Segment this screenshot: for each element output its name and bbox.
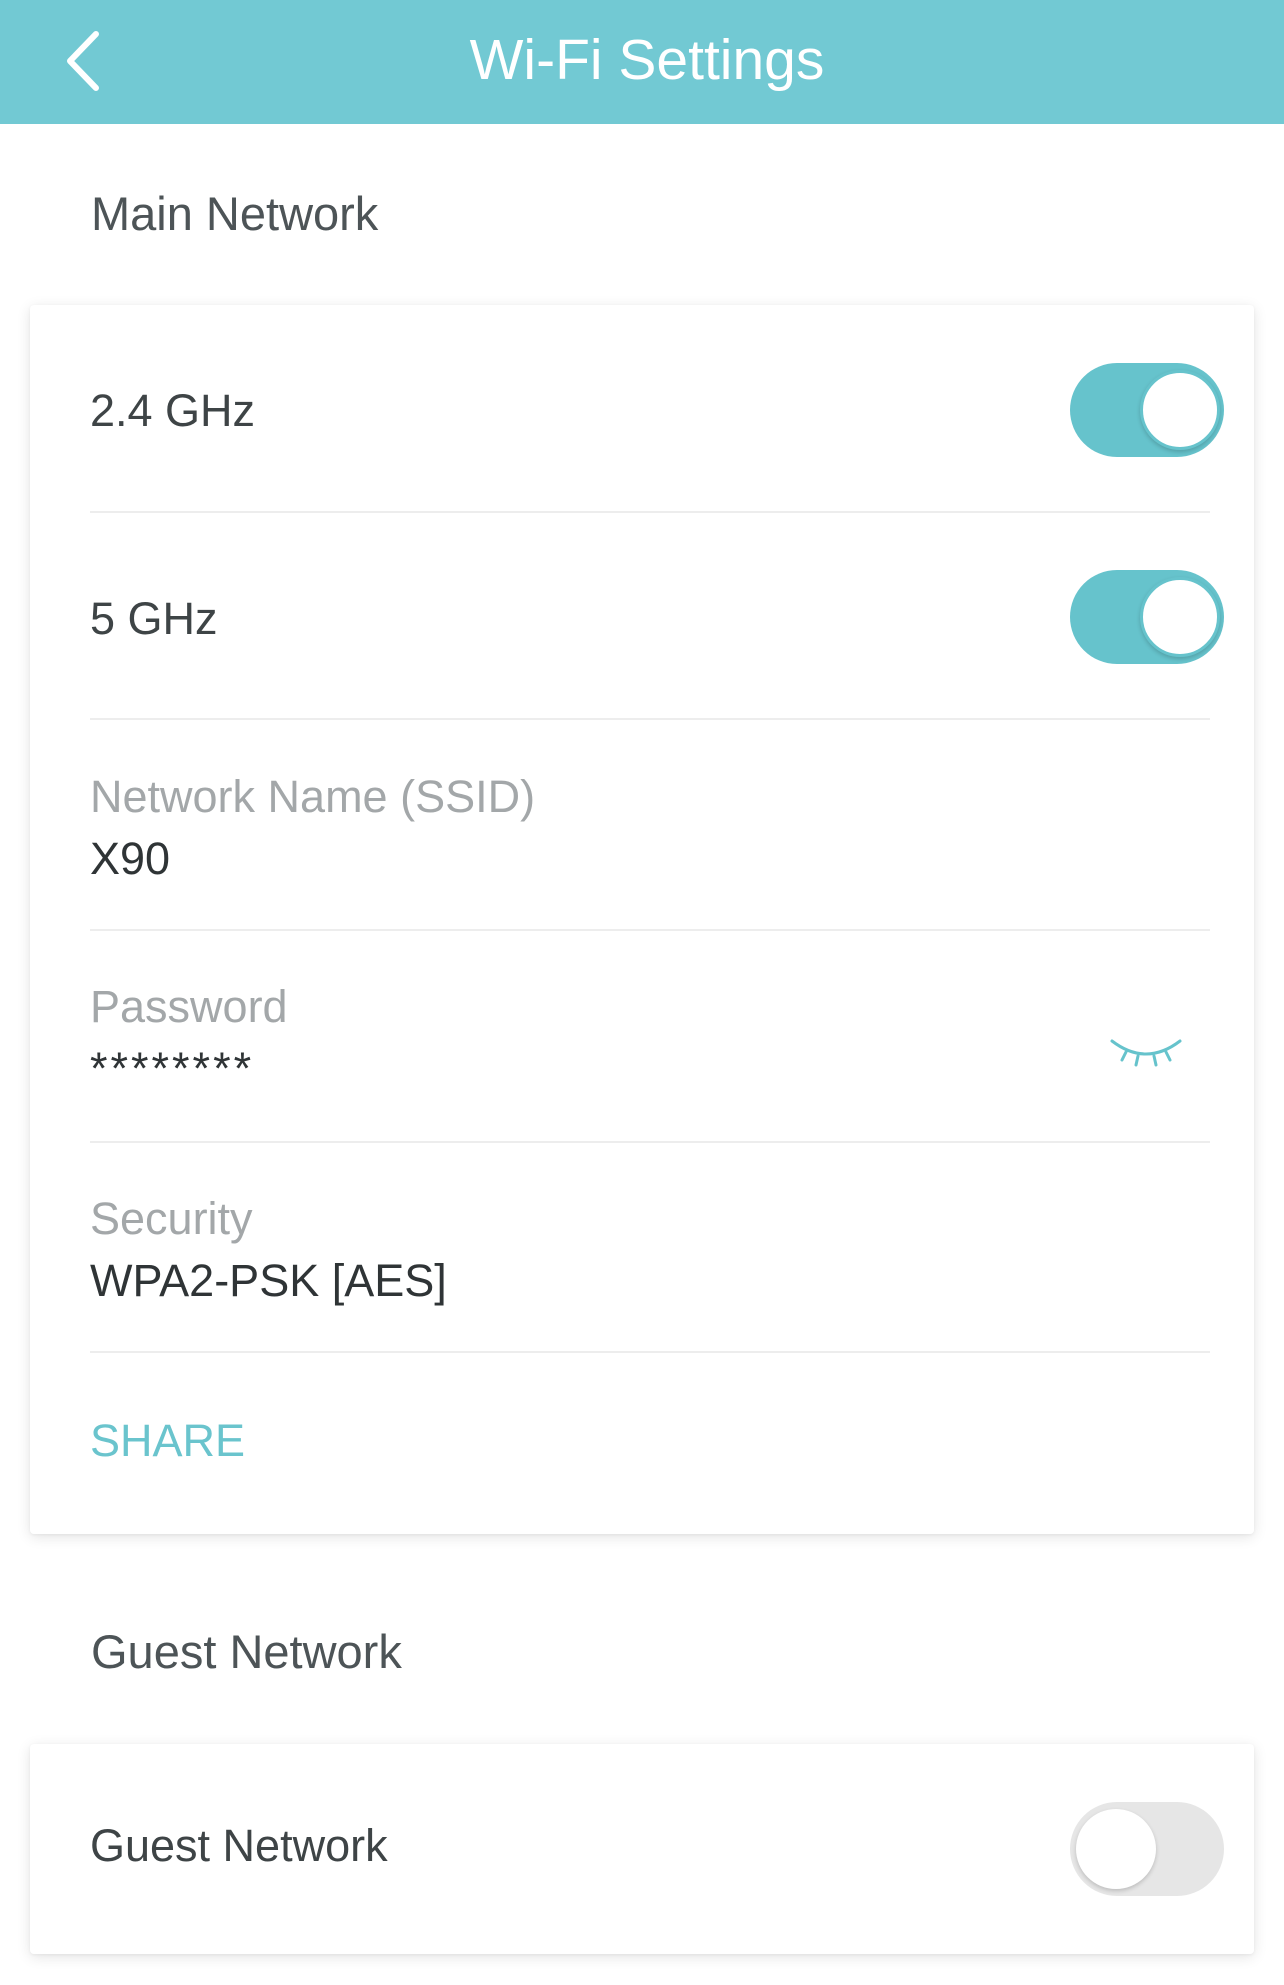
main-network-section-title: Main Network xyxy=(91,187,379,240)
divider xyxy=(90,718,1210,720)
toggle-knob xyxy=(1140,370,1220,450)
divider xyxy=(90,929,1210,931)
band-5-toggle[interactable] xyxy=(1070,570,1224,664)
guest-network-toggle[interactable] xyxy=(1070,1802,1224,1896)
eye-closed-icon xyxy=(1110,1039,1182,1067)
band-24-label: 2.4 GHz xyxy=(90,385,256,436)
main-network-card: 2.4 GHz 5 GHz Network Name (SSID) X90 Pa… xyxy=(30,305,1254,1534)
security-field[interactable]: Security WPA2-PSK [AES] xyxy=(90,1193,1210,1343)
share-button[interactable]: SHARE xyxy=(90,1415,245,1467)
security-value: WPA2-PSK [AES] xyxy=(90,1255,447,1306)
divider xyxy=(90,1141,1210,1143)
band-24-toggle[interactable] xyxy=(1070,363,1224,457)
divider xyxy=(90,1351,1210,1353)
toggle-knob xyxy=(1076,1809,1156,1889)
divider xyxy=(90,511,1210,513)
toggle-knob xyxy=(1140,577,1220,657)
password-field[interactable]: Password ******** xyxy=(90,981,1210,1131)
ssid-label: Network Name (SSID) xyxy=(90,771,536,822)
password-value: ******** xyxy=(90,1043,255,1094)
band-5-label: 5 GHz xyxy=(90,593,218,644)
ssid-value: X90 xyxy=(90,833,171,884)
page-title: Wi-Fi Settings xyxy=(469,28,825,92)
password-label: Password xyxy=(90,981,288,1032)
guest-network-section-title: Guest Network xyxy=(91,1625,402,1678)
ssid-field[interactable]: Network Name (SSID) X90 xyxy=(90,771,1210,921)
header-bar: Wi-Fi Settings xyxy=(0,0,1284,124)
guest-network-card: Guest Network xyxy=(30,1744,1254,1954)
security-label: Security xyxy=(90,1193,253,1244)
password-visibility-button[interactable] xyxy=(1106,1023,1186,1073)
guest-network-label: Guest Network xyxy=(90,1820,388,1871)
